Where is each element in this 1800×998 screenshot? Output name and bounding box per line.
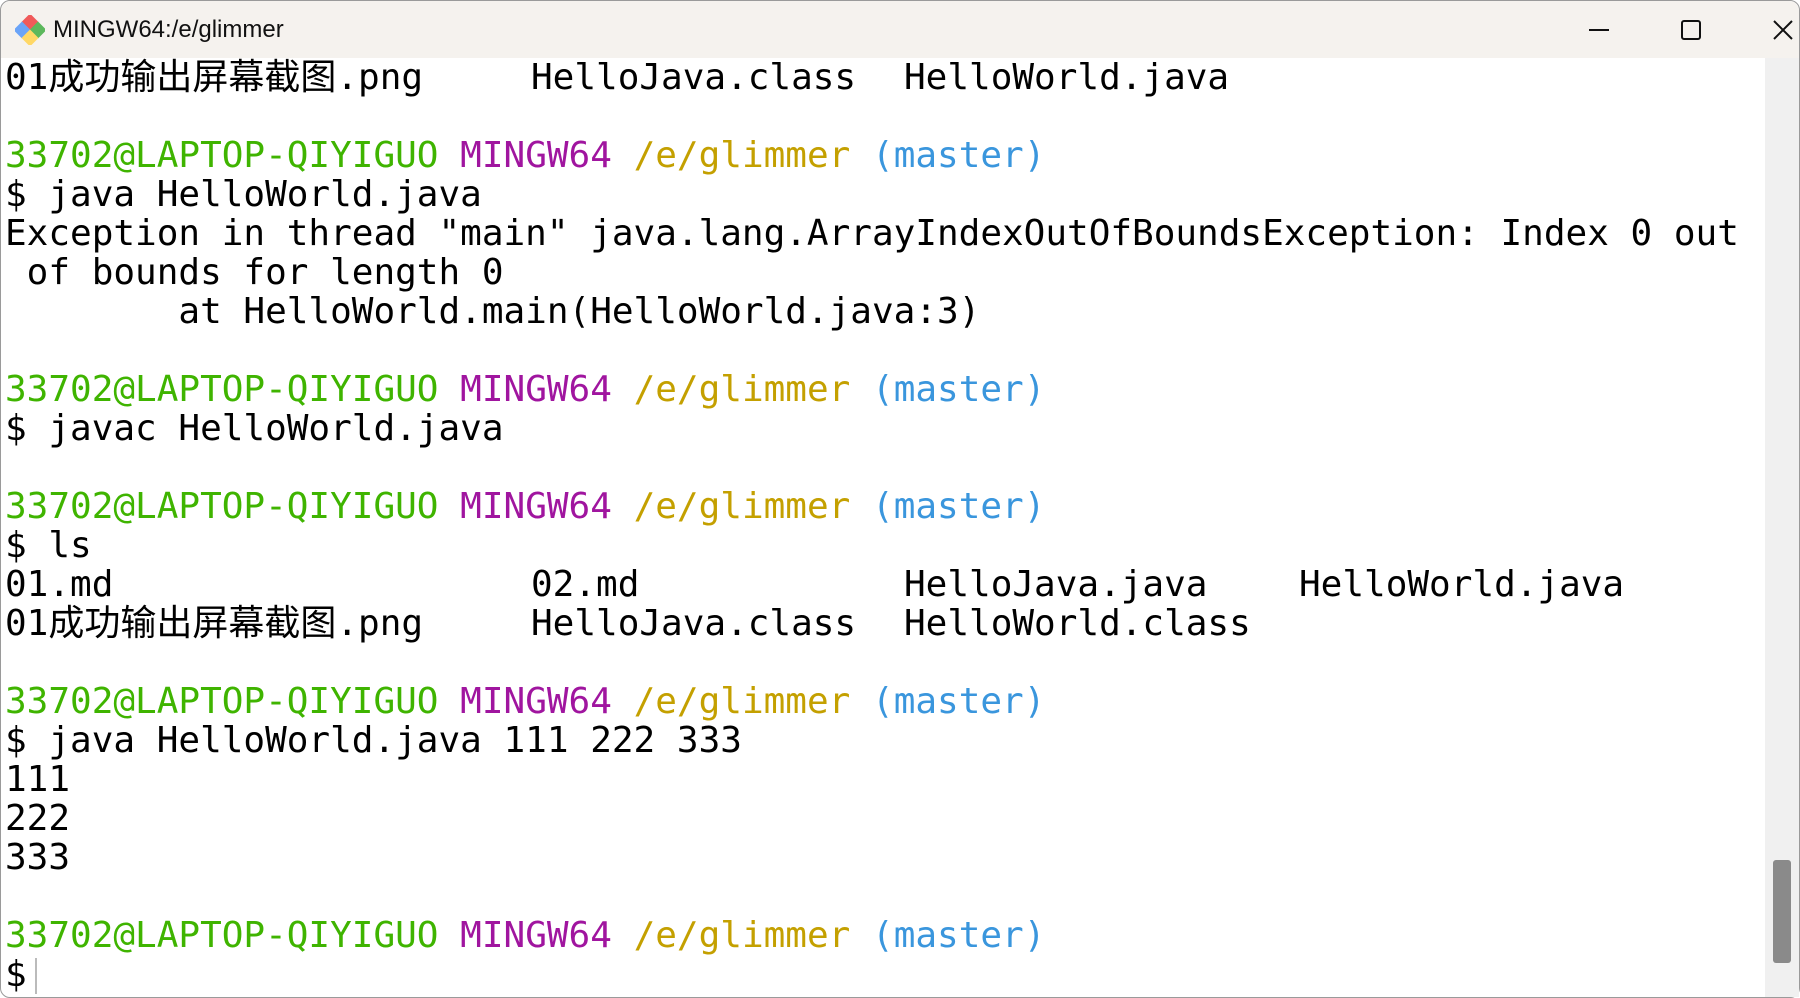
prompt-system: MINGW64 [460, 369, 612, 410]
command-line: $ java HelloWorld.java 111 222 333 [5, 720, 742, 761]
prompt-line: 33702@LAPTOP-QIYIGUO MINGW64 /e/glimmer … [5, 136, 1759, 175]
prompt-user: 33702@LAPTOP-QIYIGUO [5, 681, 439, 722]
maximize-icon [1681, 19, 1701, 40]
prompt-line: 33702@LAPTOP-QIYIGUO MINGW64 /e/glimmer … [5, 916, 1759, 955]
prompt-branch: (master) [872, 135, 1046, 176]
ls-output-row: 01成功输出屏幕截图.png HelloJava.class HelloWorld.… [5, 604, 1759, 643]
input-line[interactable]: $ [5, 955, 1759, 994]
title-bar[interactable]: MINGW64:/e/glimmer [1, 1, 1799, 58]
file-name: 01.md [5, 564, 114, 605]
command-line: $ javac HelloWorld.java [5, 408, 504, 449]
minimize-icon [1589, 28, 1609, 31]
prompt-branch: (master) [872, 681, 1046, 722]
file-name: HelloWorld.java [1299, 564, 1625, 605]
file-name: HelloJava.class [531, 603, 857, 644]
file-name: 02.md [531, 564, 640, 605]
command-line: $ java HelloWorld.java [5, 174, 482, 215]
command-line: $ ls [5, 525, 92, 566]
prompt-line: 33702@LAPTOP-QIYIGUO MINGW64 /e/glimmer … [5, 487, 1759, 526]
file-name: HelloJava.java [904, 564, 1208, 605]
file-name: 01成功输出屏幕截图.png [5, 603, 424, 644]
file-name: HelloJava.class [531, 57, 857, 98]
ls-output-row: 01.md 02.md HelloJava.java HelloWorld.java [5, 565, 1759, 604]
close-icon [1773, 19, 1793, 40]
prompt-user: 33702@LAPTOP-QIYIGUO [5, 135, 439, 176]
prompt-branch: (master) [872, 915, 1046, 956]
error-line: of bounds for length 0 [5, 252, 504, 293]
prompt-user: 33702@LAPTOP-QIYIGUO [5, 915, 439, 956]
scrollbar[interactable] [1765, 58, 1799, 997]
prompt-branch: (master) [872, 486, 1046, 527]
prompt-system: MINGW64 [460, 681, 612, 722]
git-bash-icon [15, 15, 45, 45]
prompt-system: MINGW64 [460, 486, 612, 527]
prompt-path: /e/glimmer [633, 135, 851, 176]
file-name: HelloWorld.class [904, 603, 1251, 644]
text-cursor [34, 958, 37, 994]
file-name: 01成功输出屏幕截图.png [5, 57, 424, 98]
prompt-path: /e/glimmer [633, 486, 851, 527]
prompt-path: /e/glimmer [633, 369, 851, 410]
minimize-button[interactable] [1559, 1, 1639, 58]
prompt-system: MINGW64 [460, 915, 612, 956]
prompt-user: 33702@LAPTOP-QIYIGUO [5, 486, 439, 527]
prompt-user: 33702@LAPTOP-QIYIGUO [5, 369, 439, 410]
output-line: 333 [5, 837, 71, 878]
maximize-button[interactable] [1651, 1, 1731, 58]
terminal-output[interactable]: 01成功输出屏幕截图.png HelloJava.class HelloWorld.… [5, 58, 1759, 994]
output-line: 222 [5, 798, 71, 839]
file-name: HelloWorld.java [904, 57, 1230, 98]
output-line: 111 [5, 759, 71, 800]
close-button[interactable] [1743, 1, 1800, 58]
prompt-path: /e/glimmer [633, 915, 851, 956]
window-title: MINGW64:/e/glimmer [53, 16, 284, 43]
ls-output-row: 01成功输出屏幕截图.png HelloJava.class HelloWorld.… [5, 58, 1759, 97]
prompt-system: MINGW64 [460, 135, 612, 176]
error-line: at HelloWorld.main(HelloWorld.java:3) [5, 291, 981, 332]
error-line: Exception in thread "main" java.lang.Arr… [5, 213, 1739, 254]
prompt-symbol: $ [5, 954, 27, 995]
terminal-window: MINGW64:/e/glimmer 01成功输出屏幕截图.png HelloJa… [0, 0, 1800, 998]
prompt-line: 33702@LAPTOP-QIYIGUO MINGW64 /e/glimmer … [5, 682, 1759, 721]
prompt-path: /e/glimmer [633, 681, 851, 722]
prompt-line: 33702@LAPTOP-QIYIGUO MINGW64 /e/glimmer … [5, 370, 1759, 409]
prompt-branch: (master) [872, 369, 1046, 410]
scrollbar-thumb[interactable] [1773, 860, 1791, 963]
